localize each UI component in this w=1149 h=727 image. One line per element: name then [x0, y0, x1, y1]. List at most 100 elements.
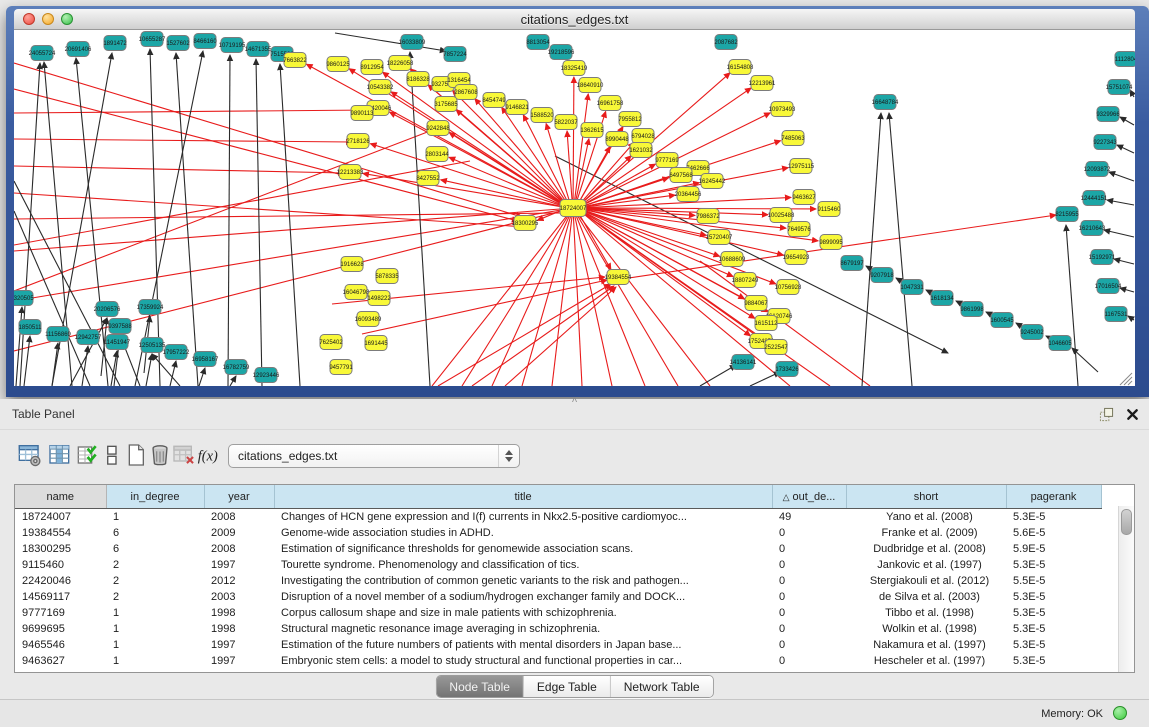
- table-row[interactable]: 1872400712008Changes of HCN gene express…: [15, 509, 1101, 526]
- network-edge[interactable]: [555, 156, 948, 353]
- network-node[interactable]: 8215955: [1055, 207, 1079, 222]
- network-edge[interactable]: [862, 113, 881, 386]
- network-node[interactable]: 1112804: [1115, 52, 1135, 67]
- table-row[interactable]: 1456911722003Disruption of a novel membe…: [15, 589, 1101, 605]
- network-node[interactable]: 17016504: [1095, 279, 1122, 294]
- network-edge[interactable]: [176, 53, 198, 386]
- network-node[interactable]: 1527602: [166, 36, 190, 51]
- network-node[interactable]: 5822037: [554, 115, 578, 130]
- network-node[interactable]: 16093489: [355, 312, 382, 327]
- tab-node-table[interactable]: Node Table: [436, 676, 523, 697]
- network-node[interactable]: 16958167: [192, 352, 219, 367]
- column-header-short[interactable]: short: [846, 485, 1006, 509]
- network-node[interactable]: 9861998: [960, 302, 984, 317]
- network-node[interactable]: 1850511: [19, 320, 43, 335]
- network-edge[interactable]: [280, 64, 300, 386]
- network-node[interactable]: 16210643: [1079, 221, 1106, 236]
- network-node[interactable]: 7955812: [618, 112, 642, 127]
- network-edge[interactable]: [14, 181, 120, 386]
- network-edge[interactable]: [228, 55, 230, 386]
- network-node[interactable]: 1046605: [1048, 336, 1072, 351]
- panel-resize-handle-icon[interactable]: ˄: [572, 395, 578, 406]
- network-node[interactable]: 16961758: [597, 96, 624, 111]
- table-row[interactable]: 2242004622012Investigating the contribut…: [15, 573, 1101, 589]
- network-node[interactable]: 10025488: [768, 208, 795, 223]
- network-canvas[interactable]: 2405572420691406189147210655287152760284…: [14, 30, 1135, 386]
- network-node[interactable]: 9245002: [1020, 325, 1044, 340]
- network-node[interactable]: 16046798: [343, 285, 370, 300]
- table-row[interactable]: 1938455462009Genome-wide association stu…: [15, 525, 1101, 541]
- network-edge[interactable]: [1107, 200, 1134, 205]
- network-node[interactable]: 9457791: [329, 360, 353, 375]
- network-node[interactable]: 12975115: [788, 159, 815, 174]
- network-edge[interactable]: [567, 131, 572, 200]
- network-node[interactable]: 11156869: [45, 327, 71, 342]
- network-node[interactable]: 9463627: [792, 190, 816, 205]
- network-node[interactable]: 1047331: [900, 280, 924, 295]
- network-edge[interactable]: [462, 208, 573, 386]
- network-node[interactable]: 2087682: [714, 35, 738, 50]
- network-edge[interactable]: [14, 110, 372, 113]
- column-header-name[interactable]: name: [15, 485, 106, 509]
- network-node[interactable]: 15720407: [706, 230, 733, 245]
- table-row[interactable]: 977716911998Corpus callosum shape and si…: [15, 605, 1101, 621]
- table-selector[interactable]: citations_edges.txt: [228, 444, 520, 468]
- column-header-pagerank[interactable]: pagerank: [1006, 485, 1101, 509]
- network-node[interactable]: 17359924: [137, 300, 164, 315]
- network-node[interactable]: 9777169: [655, 153, 679, 168]
- network-node[interactable]: 7649576: [787, 222, 811, 237]
- network-node[interactable]: 18640910: [577, 78, 604, 93]
- network-node[interactable]: 16154808: [727, 60, 754, 75]
- network-node[interactable]: 7485063: [781, 131, 805, 146]
- network-node[interactable]: 8813054: [526, 35, 550, 50]
- network-node[interactable]: 8912954: [360, 60, 384, 75]
- network-edge[interactable]: [14, 213, 560, 219]
- network-node[interactable]: 2320505: [14, 291, 34, 306]
- tab-edge-table[interactable]: Edge Table: [523, 676, 610, 697]
- network-node[interactable]: 9397588: [108, 319, 132, 334]
- network-node[interactable]: 8466160: [193, 34, 217, 49]
- network-edge[interactable]: [573, 208, 612, 386]
- network-node[interactable]: 2718126: [346, 134, 370, 149]
- network-node[interactable]: 8186328: [406, 72, 430, 87]
- network-node[interactable]: 1618134: [930, 291, 954, 306]
- network-edge[interactable]: [1117, 145, 1134, 153]
- network-node[interactable]: 12213383: [337, 165, 364, 180]
- memory-status-indicator[interactable]: [1113, 706, 1127, 720]
- network-node[interactable]: 1167531: [1105, 307, 1129, 322]
- network-node[interactable]: 2803144: [425, 147, 449, 162]
- network-edge[interactable]: [573, 77, 574, 200]
- network-node[interactable]: 1891472: [103, 36, 127, 51]
- network-node[interactable]: 9115460: [818, 202, 842, 217]
- table-scrollbar-thumb[interactable]: [1121, 509, 1132, 535]
- network-node[interactable]: 18724007: [560, 200, 587, 217]
- network-edge[interactable]: [438, 284, 611, 386]
- network-node[interactable]: 10688609: [719, 252, 746, 267]
- network-node[interactable]: 19654923: [783, 250, 810, 265]
- network-edge[interactable]: [170, 361, 176, 386]
- network-node[interactable]: 6497568: [669, 168, 693, 183]
- network-node[interactable]: 9860125: [326, 57, 350, 72]
- network-node[interactable]: 3175685: [434, 97, 458, 112]
- network-node[interactable]: 9329966: [1096, 107, 1120, 122]
- network-edge[interactable]: [52, 343, 58, 386]
- network-node[interactable]: 9242848: [426, 121, 450, 136]
- network-node[interactable]: 9890113: [351, 106, 375, 121]
- network-node[interactable]: 7986372: [696, 209, 720, 224]
- network-node[interactable]: 16782759: [223, 360, 250, 375]
- function-builder-icon[interactable]: f(x): [194, 442, 222, 470]
- network-node[interactable]: 5878335: [375, 269, 399, 284]
- network-node[interactable]: 20691406: [65, 42, 92, 57]
- network-edge[interactable]: [552, 208, 573, 386]
- zoom-button[interactable]: [61, 13, 73, 25]
- network-node[interactable]: 8990448: [605, 132, 629, 147]
- table-row[interactable]: 911546021997Tourette syndrome. Phenomeno…: [15, 557, 1101, 573]
- table-row[interactable]: 1830029562008Estimation of significance …: [15, 541, 1101, 557]
- network-node[interactable]: 17957222: [163, 345, 190, 360]
- network-edge[interactable]: [1128, 316, 1134, 320]
- network-edge[interactable]: [256, 59, 262, 386]
- network-edge[interactable]: [335, 33, 446, 51]
- network-node[interactable]: 20364456: [675, 187, 702, 202]
- table-scrollbar[interactable]: [1118, 506, 1134, 672]
- network-node[interactable]: 10655287: [139, 32, 166, 47]
